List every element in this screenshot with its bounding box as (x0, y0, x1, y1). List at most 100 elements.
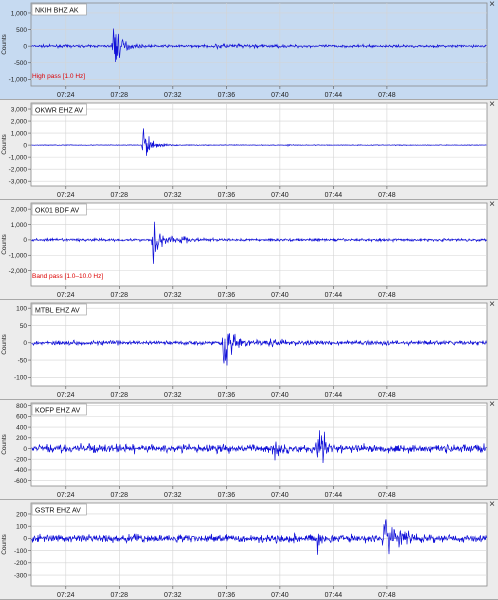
close-panel-button[interactable]: × (489, 100, 495, 110)
x-tick-label: 07:48 (378, 592, 396, 599)
helicorder-panel-stack: 07:24 07:28 07:32 07:36 07:40 07:44 07:48 1,000… (0, 0, 498, 600)
y-axis-label: Counts (1, 133, 8, 154)
x-tick-label: 07:48 (378, 292, 396, 299)
y-tick-label: -200 (14, 457, 27, 464)
y-tick-label: -400 (14, 467, 27, 474)
y-tick-label: -100 (14, 548, 27, 555)
x-tick-label: 07:40 (271, 292, 289, 299)
y-tick-label: 1,000 (11, 130, 28, 137)
x-tick-label: 07:48 (378, 192, 396, 199)
seismogram-chart: 07:24 07:28 07:32 07:36 07:40 07:44 07:48 1,000… (1, 2, 488, 99)
seismogram-panel[interactable]: 07:24 07:28 07:32 07:36 07:40 07:44 07:48 2,000… (0, 200, 498, 300)
y-tick-label: 50 (20, 323, 28, 330)
x-tick-label: 07:32 (164, 292, 182, 299)
y-tick-label: 0 (23, 536, 27, 543)
x-tick-label: 07:48 (378, 392, 396, 399)
seismogram-chart: 07:24 07:28 07:32 07:36 07:40 07:44 07:48 200 10… (1, 502, 488, 599)
seismogram-panel[interactable]: 07:24 07:28 07:32 07:36 07:40 07:44 07:48 800 60… (0, 400, 498, 500)
y-axis-label: Counts (1, 33, 8, 54)
x-tick-label: 07:36 (218, 592, 236, 599)
seismogram-chart: 07:24 07:28 07:32 07:36 07:40 07:44 07:48 2,000… (1, 202, 488, 299)
x-tick-label: 07:44 (325, 492, 343, 499)
x-tick-label: 07:40 (271, 592, 289, 599)
y-tick-label: -1,000 (9, 253, 28, 260)
y-axis-label: Counts (1, 533, 8, 554)
seismogram-panel[interactable]: 07:24 07:28 07:32 07:36 07:40 07:44 07:48 100 50… (0, 300, 498, 400)
plot-area[interactable] (30, 102, 488, 187)
x-tick-label: 07:48 (378, 492, 396, 499)
x-tick-label: 07:28 (111, 92, 129, 99)
x-tick-label: 07:36 (218, 92, 236, 99)
x-tick-label: 07:44 (325, 592, 343, 599)
x-tick-label: 07:24 (57, 592, 75, 599)
y-tick-label: 0 (23, 446, 27, 453)
x-tick-label: 07:28 (111, 592, 129, 599)
x-tick-label: 07:28 (111, 292, 129, 299)
x-tick-label: 07:32 (164, 192, 182, 199)
x-tick-label: 07:40 (271, 92, 289, 99)
y-tick-label: -2,000 (9, 166, 28, 173)
y-tick-label: 100 (16, 305, 27, 312)
x-tick-label: 07:32 (164, 492, 182, 499)
x-tick-label: 07:44 (325, 192, 343, 199)
x-tick-label: 07:36 (218, 292, 236, 299)
x-tick-label: 07:24 (57, 492, 75, 499)
close-panel-button[interactable]: × (489, 400, 495, 410)
x-tick-label: 07:32 (164, 92, 182, 99)
station-label: GSTR EHZ AV (35, 508, 81, 515)
close-panel-button[interactable]: × (489, 300, 495, 310)
x-tick-label: 07:36 (218, 392, 236, 399)
close-panel-button[interactable]: × (489, 200, 495, 210)
x-tick-label: 07:36 (218, 192, 236, 199)
x-tick-label: 07:28 (111, 492, 129, 499)
seismogram-chart: 07:24 07:28 07:32 07:36 07:40 07:44 07:48 100 50… (1, 302, 488, 399)
x-tick-label: 07:28 (111, 192, 129, 199)
y-tick-label: 0 (23, 340, 27, 347)
y-tick-label: 200 (16, 435, 27, 442)
station-label: OKWR EHZ AV (35, 108, 83, 115)
y-tick-label: -100 (14, 375, 27, 382)
seismogram-chart: 07:24 07:28 07:32 07:36 07:40 07:44 07:48 3,000… (1, 102, 488, 199)
y-tick-label: -1,000 (9, 77, 28, 84)
y-tick-label: 100 (16, 523, 27, 530)
y-tick-label: 500 (16, 27, 27, 34)
plot-area[interactable] (30, 502, 488, 587)
x-tick-label: 07:24 (57, 392, 75, 399)
plot-area[interactable] (30, 302, 488, 387)
y-tick-label: -2,000 (9, 268, 28, 275)
plot-area[interactable] (30, 2, 488, 87)
x-tick-label: 07:48 (378, 92, 396, 99)
y-tick-label: 0 (23, 142, 27, 149)
seismogram-panel[interactable]: 07:24 07:28 07:32 07:36 07:40 07:44 07:48 1,000… (0, 0, 498, 100)
y-tick-label: -600 (14, 478, 27, 485)
y-tick-label: -500 (14, 60, 27, 67)
x-tick-label: 07:44 (325, 292, 343, 299)
y-tick-label: 0 (23, 43, 27, 50)
y-tick-label: -200 (14, 560, 27, 567)
x-tick-label: 07:24 (57, 292, 75, 299)
station-label: KOFP EHZ AV (35, 408, 81, 415)
x-tick-label: 07:44 (325, 92, 343, 99)
plot-area[interactable] (30, 402, 488, 487)
y-axis-label: Counts (1, 233, 8, 254)
close-panel-button[interactable]: × (489, 500, 495, 510)
y-tick-label: 2,000 (11, 118, 28, 125)
y-tick-label: -3,000 (9, 178, 28, 185)
y-axis-label: Counts (1, 433, 8, 454)
y-tick-label: -50 (18, 357, 28, 364)
x-tick-label: 07:32 (164, 392, 182, 399)
station-label: NKIH BHZ AK (35, 8, 79, 15)
station-label: MTBL EHZ AV (35, 308, 80, 315)
y-tick-label: -300 (14, 572, 27, 579)
x-tick-label: 07:40 (271, 392, 289, 399)
y-tick-label: 200 (16, 511, 27, 518)
x-tick-label: 07:32 (164, 592, 182, 599)
filter-label: High pass [1.0 Hz] (32, 73, 85, 80)
x-tick-label: 07:40 (271, 492, 289, 499)
y-axis-label: Counts (1, 333, 8, 354)
seismogram-panel[interactable]: 07:24 07:28 07:32 07:36 07:40 07:44 07:48 200 10… (0, 500, 498, 600)
x-tick-label: 07:28 (111, 392, 129, 399)
x-tick-label: 07:24 (57, 192, 75, 199)
seismogram-panel[interactable]: 07:24 07:28 07:32 07:36 07:40 07:44 07:48 3,000… (0, 100, 498, 200)
close-panel-button[interactable]: × (489, 0, 495, 10)
